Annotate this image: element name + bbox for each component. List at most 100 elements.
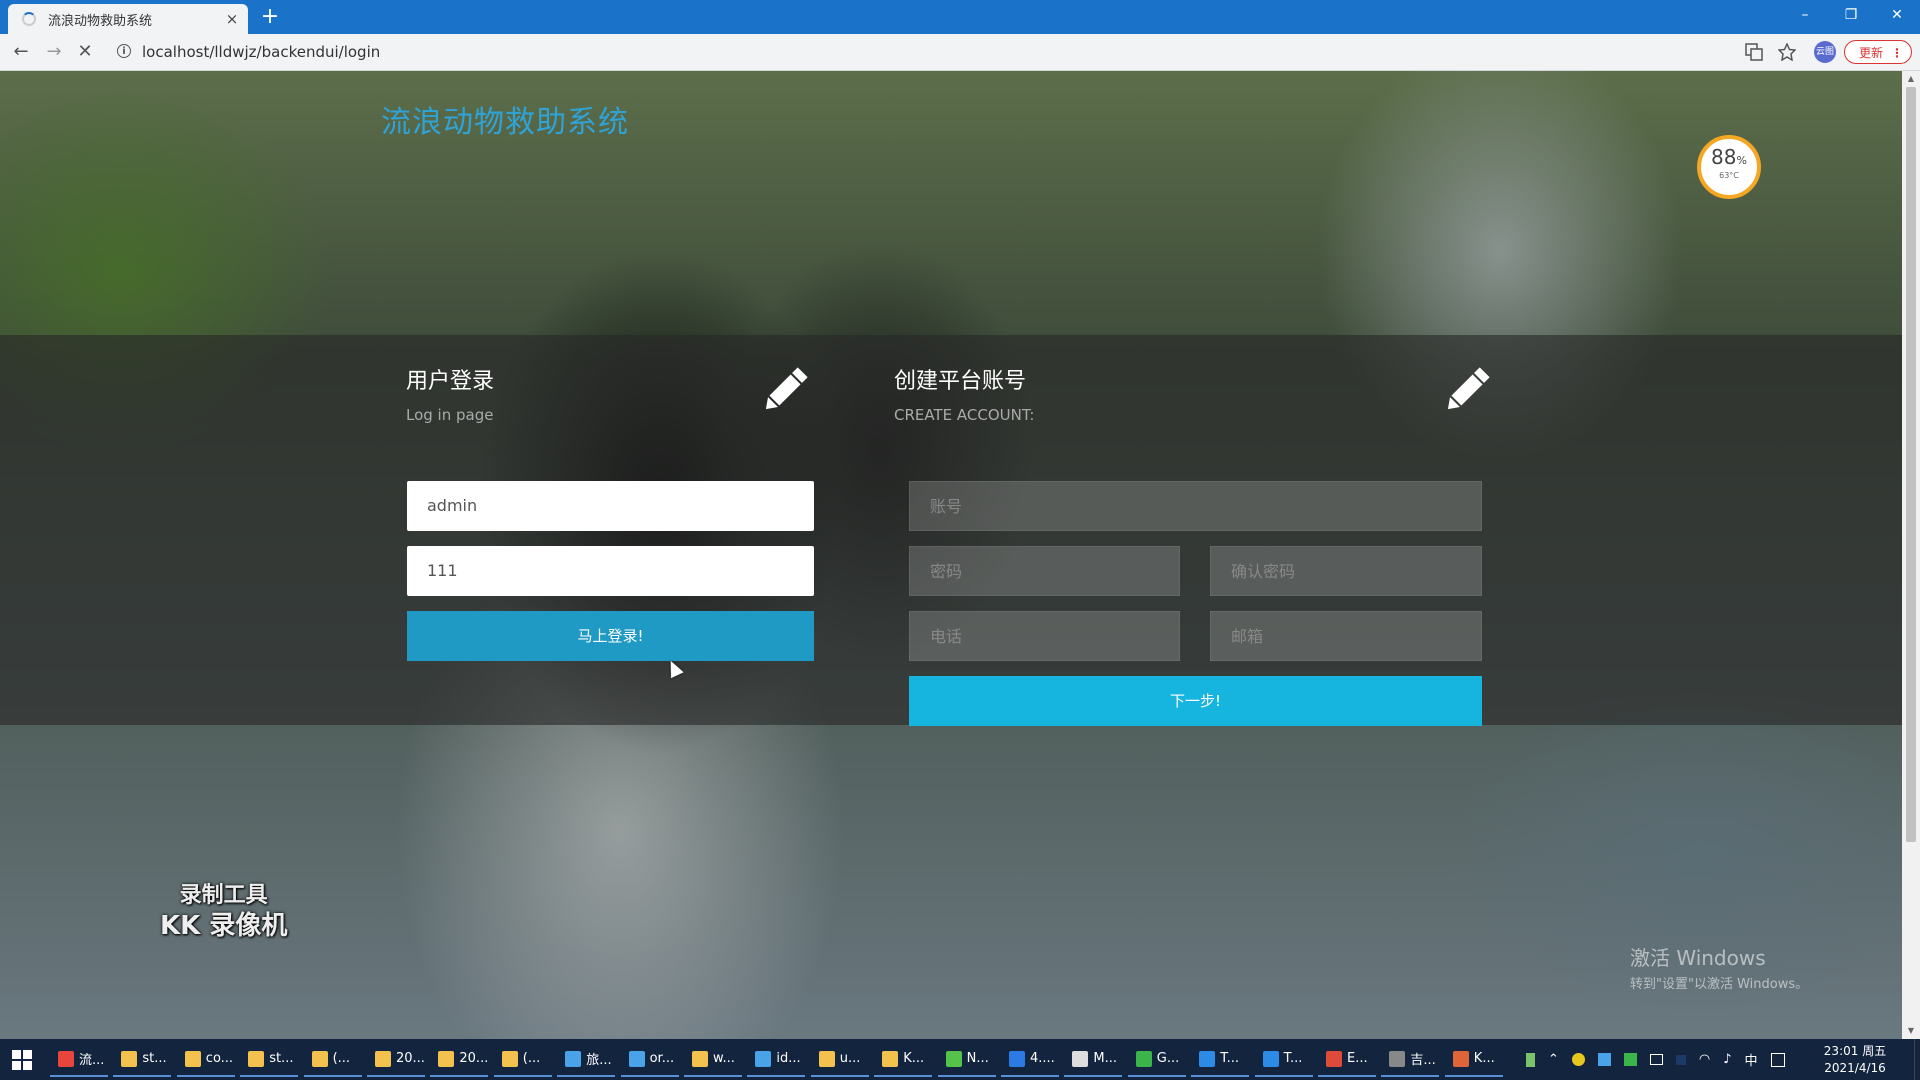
register-title: 创建平台账号 [894,369,1027,394]
recorder-watermark: 录制工具 KK 录像机 [160,881,287,941]
app-icon [1135,1050,1152,1067]
page-scrollbar[interactable]: ▲ ▼ [1902,71,1920,1039]
email-field[interactable]: 邮箱 [1210,611,1482,661]
account-field[interactable]: 账号 [909,481,1482,531]
back-button[interactable]: ← [9,40,33,64]
taskbar-app[interactable]: 20... [430,1042,489,1077]
taskbar-app[interactable]: N... [937,1042,996,1077]
taskbar-app[interactable]: st... [240,1042,299,1077]
loading-spinner-icon [22,12,36,26]
performance-gauge[interactable]: 88% 63°C [1697,135,1761,199]
taskbar-app-label: K... [903,1051,925,1066]
taskbar-app-label: id... [776,1051,801,1066]
taskbar-app[interactable]: K... [1444,1042,1503,1077]
volume-icon[interactable]: ♪ [1723,1052,1731,1067]
taskbar-app[interactable]: co... [176,1042,235,1077]
scroll-down-icon[interactable]: ▼ [1906,1026,1916,1036]
bookmark-star-icon[interactable] [1778,43,1796,61]
tab-close-icon[interactable]: × [222,10,242,28]
taskbar-app[interactable]: 20... [367,1042,425,1077]
taskbar-app[interactable]: T... [1191,1042,1250,1077]
pencil-icon [765,367,808,410]
translate-icon[interactable] [1745,43,1763,61]
app-icon [755,1050,772,1067]
tray-app-icon[interactable] [1623,1053,1637,1066]
activation-line1: 激活 Windows [1630,946,1766,970]
browser-titlebar: 流浪动物救助系统 × + – ❐ ✕ [0,0,1920,34]
tray-app-icon[interactable] [1597,1053,1611,1066]
login-button[interactable]: 马上登录! [407,611,814,661]
taskbar-app-label: 4.... [1030,1051,1055,1066]
taskbar-app-label: 吉... [1410,1053,1436,1068]
taskbar-clock[interactable]: 23:01 周五 2021/4/16 [1820,1043,1890,1077]
site-title: 流浪动物救助系统 [381,105,629,140]
clock-date: 2021/4/16 [1824,1061,1886,1075]
app-icon [438,1050,455,1067]
app-icon [1009,1050,1025,1067]
browser-tab[interactable]: 流浪动物救助系统 × [8,4,248,34]
app-icon [692,1050,708,1067]
taskbar-app[interactable]: 4.... [1001,1042,1059,1077]
activation-line2: 转到"设置"以激活 Windows。 [1630,977,1809,992]
app-icon [1326,1050,1342,1067]
taskbar-app[interactable]: K... [874,1042,933,1077]
windows-activation-notice: 激活 Windows 转到"设置"以激活 Windows。 [1630,942,1808,992]
taskbar-app[interactable]: w... [684,1042,742,1077]
taskbar-app-label: st... [142,1051,167,1066]
forward-button[interactable]: → [42,40,66,64]
taskbar-app[interactable]: id... [747,1042,806,1077]
windows-start-icon[interactable] [12,1050,32,1070]
taskbar-app[interactable]: G... [1127,1042,1186,1077]
confirm-password-field[interactable]: 确认密码 [1210,546,1482,596]
scroll-thumb[interactable] [1906,87,1916,842]
restore-button[interactable]: ❐ [1828,0,1874,30]
show-desktop-button[interactable] [1914,1039,1920,1080]
register-password-field[interactable]: 密码 [909,546,1180,596]
keyboard-icon[interactable] [1770,1052,1785,1067]
next-step-button[interactable]: 下一步! [909,676,1482,726]
taskbar-app[interactable]: E... [1318,1042,1376,1077]
taskbar-app[interactable]: (... [493,1042,552,1077]
taskbar-app-label: T... [1220,1051,1239,1066]
taskbar-app[interactable]: M... [1064,1042,1123,1077]
stop-loading-button[interactable]: ✕ [73,40,97,64]
site-info-icon[interactable]: i [117,44,131,58]
taskbar-app-label: T... [1283,1051,1303,1066]
username-input[interactable] [407,481,814,531]
update-label: 更新 [1859,46,1884,60]
app-icon [1072,1050,1089,1067]
tray-app-icon[interactable] [1675,1054,1686,1065]
taskbar-app[interactable]: T... [1254,1042,1313,1077]
password-input[interactable] [407,546,814,596]
taskbar-app[interactable]: or... [620,1042,679,1077]
scroll-up-icon[interactable]: ▲ [1906,74,1916,84]
profile-avatar[interactable]: 云图 [1814,41,1836,63]
minimize-button[interactable]: – [1782,0,1828,30]
taskbar-app-label: w... [713,1051,735,1066]
browser-toolbar: ← → ✕ i localhost/lldwjz/backendui/login… [0,34,1920,71]
wifi-icon[interactable]: ◠ [1699,1052,1710,1067]
menu-dots-icon: ⋮ [1891,46,1903,60]
app-icon [248,1050,265,1067]
watermark-line1: 录制工具 [179,883,268,908]
app-icon [565,1050,582,1067]
close-window-button[interactable]: ✕ [1874,0,1920,30]
taskbar-app[interactable]: st... [113,1042,172,1077]
ime-indicator[interactable]: 中 [1745,1050,1758,1069]
new-tab-button[interactable]: + [258,5,282,29]
battery-icon[interactable] [1526,1052,1535,1067]
tray-app-icon[interactable] [1571,1053,1585,1066]
taskbar-app[interactable]: 旅... [557,1042,616,1077]
phone-field[interactable]: 电话 [909,611,1180,661]
taskbar-app[interactable]: (... [303,1042,362,1077]
url-text[interactable]: localhost/lldwjz/backendui/login [142,43,380,61]
display-icon[interactable] [1649,1054,1663,1065]
clock-time: 23:01 周五 [1823,1044,1887,1058]
update-button[interactable]: 更新 ⋮ [1844,40,1912,64]
taskbar-app[interactable]: 流... [50,1042,108,1077]
taskbar-app-label: E... [1347,1051,1368,1066]
windows-taskbar: 流... st... co... st... (... 20... 20... (... 旅..… [0,1039,1920,1080]
taskbar-app[interactable]: u... [810,1042,869,1077]
chevron-up-icon[interactable]: ⌃ [1548,1052,1559,1067]
taskbar-app[interactable]: 吉... [1381,1042,1440,1077]
